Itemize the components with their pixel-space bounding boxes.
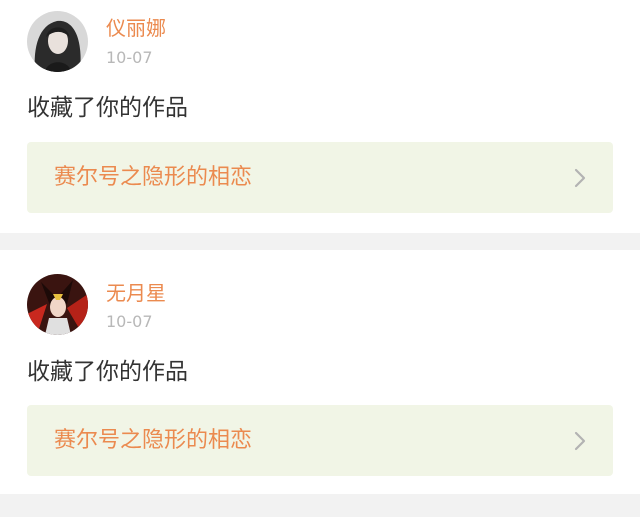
chevron-right-icon bbox=[573, 430, 587, 452]
user-avatar-image bbox=[27, 274, 88, 335]
notification-card: 仪丽娜 10-07 收藏了你的作品 赛尔号之隐形的相恋 bbox=[0, 0, 640, 233]
work-link-card[interactable]: 赛尔号之隐形的相恋 bbox=[27, 142, 613, 213]
chevron-right-icon bbox=[573, 167, 587, 189]
user-avatar[interactable] bbox=[27, 274, 88, 335]
work-title: 赛尔号之隐形的相恋 bbox=[54, 165, 253, 190]
notification-feed: 仪丽娜 10-07 收藏了你的作品 赛尔号之隐形的相恋 无月星 10-07 收藏… bbox=[0, 0, 640, 517]
username[interactable]: 仪丽娜 bbox=[106, 16, 166, 40]
work-link-card[interactable]: 赛尔号之隐形的相恋 bbox=[27, 405, 613, 476]
user-avatar[interactable] bbox=[27, 11, 88, 72]
notification-card: 无月星 10-07 收藏了你的作品 赛尔号之隐形的相恋 bbox=[0, 250, 640, 494]
user-avatar-image bbox=[27, 11, 88, 72]
notification-message: 收藏了你的作品 bbox=[27, 95, 188, 121]
work-title: 赛尔号之隐形的相恋 bbox=[54, 428, 253, 453]
timestamp: 10-07 bbox=[106, 312, 153, 331]
timestamp: 10-07 bbox=[106, 48, 153, 67]
notification-message: 收藏了你的作品 bbox=[27, 359, 188, 385]
username[interactable]: 无月星 bbox=[106, 281, 166, 305]
